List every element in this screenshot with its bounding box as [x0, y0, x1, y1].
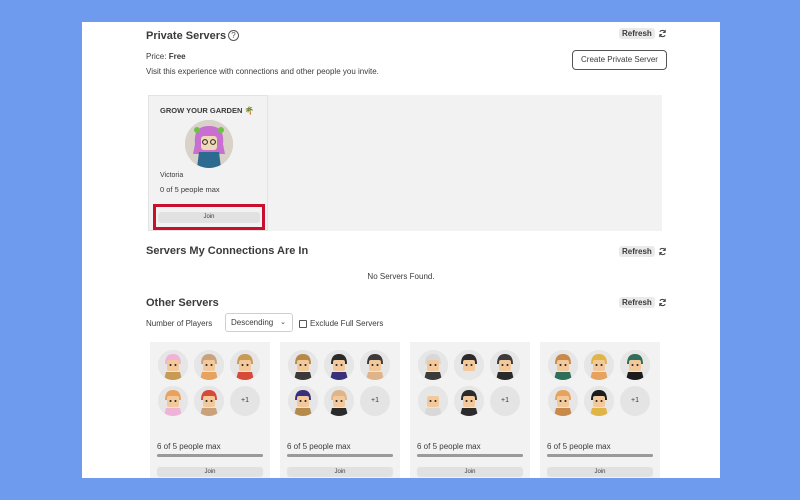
other-refresh-button[interactable]: Refresh: [619, 297, 667, 308]
game-name: GROW YOUR GARDEN 🌴: [160, 106, 254, 115]
connections-refresh-button[interactable]: Refresh: [619, 246, 667, 257]
exclude-full-label[interactable]: Exclude Full Servers: [310, 319, 383, 328]
player-avatar[interactable]: [584, 386, 614, 416]
player-count: 6 of 5 people max: [157, 442, 221, 451]
private-server-card: GROW YOUR GARDEN 🌴 Victoria 0 of 5 peopl…: [148, 95, 268, 231]
player-avatar[interactable]: [620, 350, 650, 380]
server-card: +16 of 5 people maxJoinID: 6d1b-42d7: [540, 342, 660, 478]
player-count: 0 of 5 people max: [160, 185, 220, 194]
player-avatar[interactable]: [490, 350, 520, 380]
player-avatar[interactable]: [288, 386, 318, 416]
avatar-image: [185, 120, 233, 168]
private-description: Visit this experience with connections a…: [146, 67, 379, 76]
capacity-bar-fill: [417, 454, 523, 457]
refresh-label: Refresh: [619, 246, 655, 257]
player-avatar[interactable]: [360, 350, 390, 380]
player-avatar[interactable]: [454, 350, 484, 380]
player-avatar[interactable]: [324, 350, 354, 380]
owner-avatar[interactable]: [185, 120, 233, 168]
game-servers-page: Private Servers ? Refresh Price: Free Vi…: [82, 22, 720, 478]
exclude-full-checkbox[interactable]: [299, 320, 307, 328]
player-avatar[interactable]: [324, 386, 354, 416]
server-card: +16 of 5 people maxJoinID: 1f6b9-464f: [410, 342, 530, 478]
private-join-button[interactable]: Join: [158, 212, 260, 223]
private-servers-list: GROW YOUR GARDEN 🌴 Victoria 0 of 5 peopl…: [148, 95, 662, 231]
capacity-bar: [157, 454, 263, 457]
player-avatar[interactable]: [230, 350, 260, 380]
player-avatar[interactable]: [548, 386, 578, 416]
player-count: 6 of 5 people max: [287, 442, 351, 451]
player-avatar[interactable]: [194, 350, 224, 380]
sort-dropdown[interactable]: Descending ⌄: [225, 313, 293, 332]
server-card: +16 of 5 people maxJoinID: d8e9-4b94: [150, 342, 270, 478]
join-button[interactable]: Join: [287, 467, 393, 477]
create-private-server-button[interactable]: Create Private Server: [572, 50, 667, 70]
join-button[interactable]: Join: [157, 467, 263, 477]
player-avatar[interactable]: [158, 386, 188, 416]
player-avatar[interactable]: [418, 386, 448, 416]
more-players-badge: +1: [360, 386, 390, 416]
join-button[interactable]: Join: [547, 467, 653, 477]
no-servers-text: No Servers Found.: [367, 272, 435, 281]
player-avatar[interactable]: [288, 350, 318, 380]
capacity-bar-fill: [547, 454, 653, 457]
number-of-players-label: Number of Players: [146, 319, 213, 328]
player-avatar[interactable]: [584, 350, 614, 380]
capacity-bar-fill: [287, 454, 393, 457]
sort-value: Descending: [231, 318, 274, 327]
server-card: +16 of 5 people maxJoinID: 8792-45b3: [280, 342, 400, 478]
connections-title: Servers My Connections Are In: [146, 245, 309, 257]
price-label: Price:: [146, 52, 167, 61]
refresh-icon: [659, 29, 666, 38]
price-value: Free: [168, 52, 186, 61]
more-players-badge: +1: [230, 386, 260, 416]
owner-name[interactable]: Victoria: [160, 172, 183, 179]
capacity-bar: [547, 454, 653, 457]
chevron-down-icon: ⌄: [280, 319, 286, 326]
more-players-badge: +1: [620, 386, 650, 416]
player-avatar[interactable]: [454, 386, 484, 416]
capacity-bar-fill: [157, 454, 263, 457]
other-servers-title: Other Servers: [146, 297, 219, 309]
private-servers-title: Private Servers: [146, 30, 227, 42]
capacity-bar: [287, 454, 393, 457]
player-avatar[interactable]: [158, 350, 188, 380]
refresh-label: Refresh: [619, 297, 655, 308]
refresh-icon: [659, 298, 666, 307]
player-count: 6 of 5 people max: [417, 442, 481, 451]
capacity-bar: [417, 454, 523, 457]
refresh-icon: [659, 247, 666, 256]
more-players-badge: +1: [490, 386, 520, 416]
player-avatar[interactable]: [548, 350, 578, 380]
refresh-label: Refresh: [619, 28, 655, 39]
help-circle-icon[interactable]: ?: [228, 30, 239, 41]
player-count: 6 of 5 people max: [547, 442, 611, 451]
private-refresh-button[interactable]: Refresh: [619, 28, 667, 39]
player-avatar[interactable]: [194, 386, 224, 416]
price-line: Price: Free: [146, 52, 186, 61]
join-button[interactable]: Join: [417, 467, 523, 477]
player-avatar[interactable]: [418, 350, 448, 380]
